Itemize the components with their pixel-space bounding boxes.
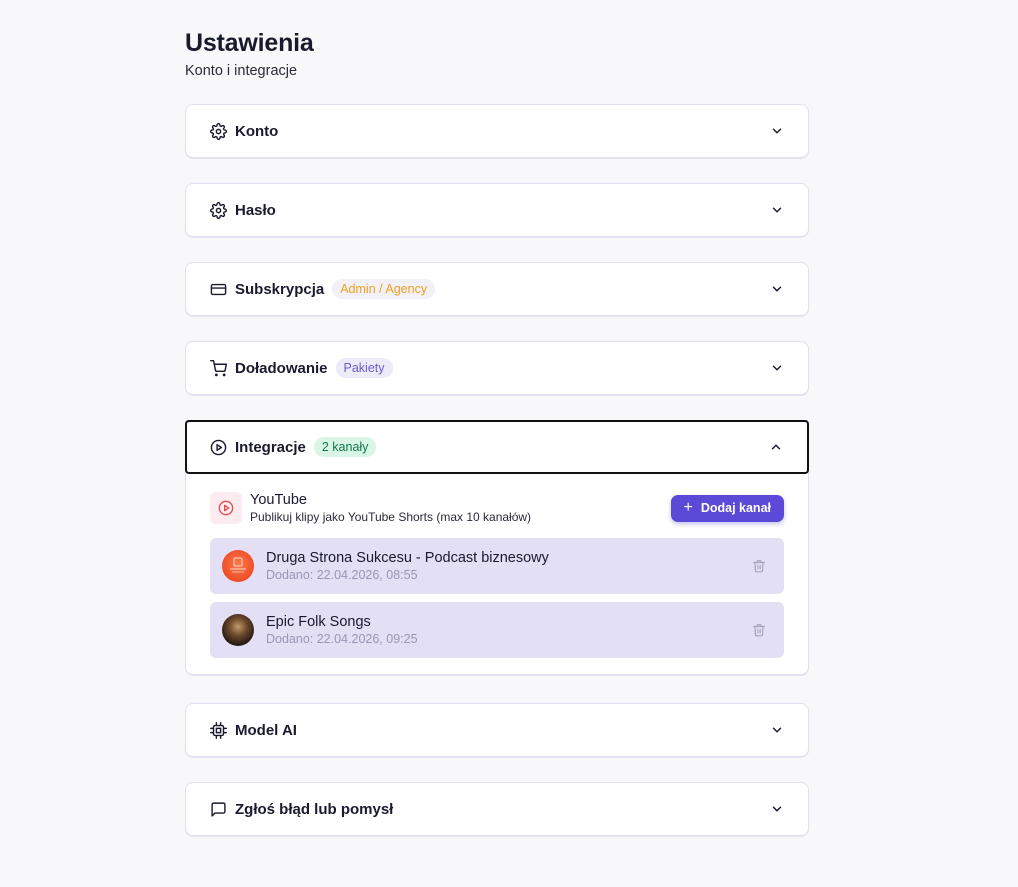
channels-count-badge: 2 kanały	[313, 437, 377, 457]
chevron-down-icon	[770, 203, 784, 217]
integracje-body: YouTube Publikuj klipy jako YouTube Shor…	[186, 473, 808, 674]
section-haslo-header[interactable]: Hasło	[186, 184, 808, 236]
chevron-down-icon	[770, 723, 784, 737]
channel-avatar	[222, 550, 254, 582]
gear-icon	[210, 122, 227, 140]
section-integracje: Integracje 2 kanały YouTube Publikuj kli…	[185, 420, 809, 675]
channel-avatar	[222, 614, 254, 646]
section-konto-title: Konto	[235, 122, 279, 140]
section-feedback: Zgłoś błąd lub pomysł	[185, 782, 809, 836]
section-haslo-title: Hasło	[235, 201, 276, 219]
cpu-chip-icon	[210, 721, 227, 739]
section-integracje-title: Integracje	[235, 438, 306, 456]
section-integracje-header[interactable]: Integracje 2 kanały	[185, 420, 809, 474]
youtube-description: Publikuj klipy jako YouTube Shorts (max …	[250, 509, 532, 524]
section-subskrypcja: Subskrypcja Admin / Agency	[185, 262, 809, 316]
section-model-ai-title: Model AI	[235, 721, 297, 739]
chevron-down-icon	[770, 282, 784, 296]
section-haslo: Hasło	[185, 183, 809, 237]
add-channel-button[interactable]: + Dodaj kanał	[671, 494, 784, 522]
channel-item: Druga Strona Sukcesu - Podcast biznesowy…	[210, 538, 784, 594]
role-badge: Admin / Agency	[332, 279, 436, 299]
section-model-ai: Model AI	[185, 703, 809, 757]
channel-name: Epic Folk Songs	[266, 613, 371, 630]
section-model-ai-header[interactable]: Model AI	[186, 704, 808, 756]
channel-name: Druga Strona Sukcesu - Podcast biznesowy	[266, 549, 549, 566]
gear-icon	[210, 201, 227, 219]
trash-icon[interactable]	[752, 559, 766, 573]
plus-icon: +	[683, 499, 693, 516]
chevron-down-icon	[770, 124, 784, 138]
packages-badge: Pakiety	[335, 358, 393, 378]
section-konto: Konto	[185, 104, 809, 158]
chevron-up-icon	[769, 440, 783, 454]
youtube-name: YouTube	[250, 491, 307, 508]
section-subskrypcja-header[interactable]: Subskrypcja Admin / Agency	[186, 263, 808, 315]
page-subtitle: Konto i integracje	[185, 63, 298, 79]
cart-icon	[210, 359, 227, 377]
add-channel-label: Dodaj kanał	[700, 501, 771, 515]
credit-card-icon	[210, 281, 227, 298]
section-doladowanie: Doładowanie Pakiety	[185, 341, 809, 395]
trash-icon[interactable]	[752, 623, 766, 637]
youtube-integration-row: YouTube Publikuj klipy jako YouTube Shor…	[210, 491, 784, 525]
section-doladowanie-header[interactable]: Doładowanie Pakiety	[186, 342, 808, 394]
channel-item: Epic Folk Songs Dodano: 22.04.2026, 09:2…	[210, 602, 784, 658]
channel-list: Druga Strona Sukcesu - Podcast biznesowy…	[210, 538, 784, 658]
section-feedback-title: Zgłoś błąd lub pomysł	[235, 800, 394, 818]
youtube-icon	[210, 492, 242, 524]
page-title: Ustawienia	[185, 29, 314, 57]
play-circle-icon	[210, 439, 227, 456]
section-konto-header[interactable]: Konto	[186, 105, 808, 157]
chevron-down-icon	[770, 802, 784, 816]
channel-added-date: Dodano: 22.04.2026, 09:25	[266, 631, 418, 646]
chevron-down-icon	[770, 361, 784, 375]
section-doladowanie-title: Doładowanie	[235, 359, 328, 377]
channel-added-date: Dodano: 22.04.2026, 08:55	[266, 567, 418, 582]
message-square-icon	[210, 801, 227, 818]
section-subskrypcja-title: Subskrypcja	[235, 280, 325, 298]
settings-page: Ustawienia Konto i integracje Konto Hasł…	[185, 28, 809, 836]
section-feedback-header[interactable]: Zgłoś błąd lub pomysł	[186, 783, 808, 835]
